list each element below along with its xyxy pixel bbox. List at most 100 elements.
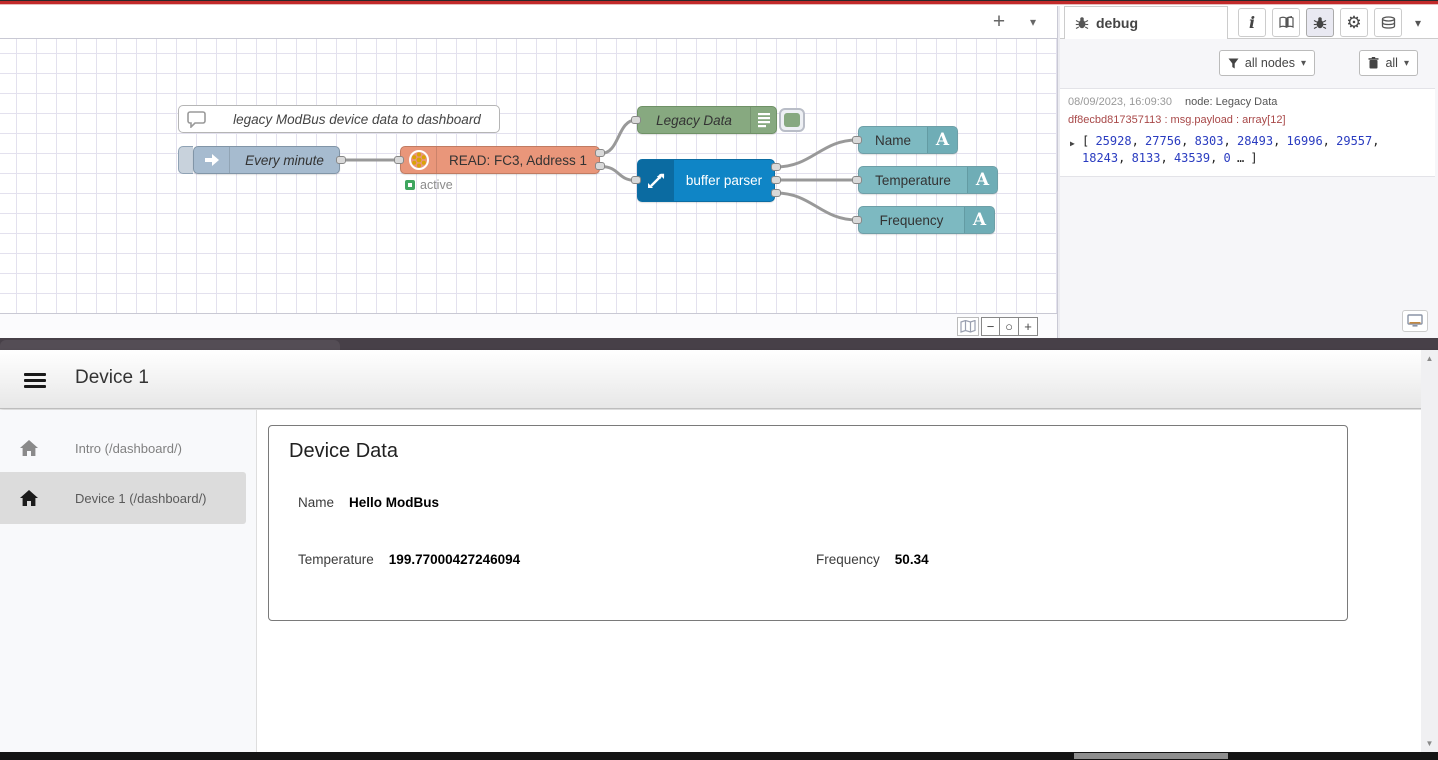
ui-text-node-temperature[interactable]: Temperature A xyxy=(858,166,998,194)
zoom-in-button[interactable]: + xyxy=(1019,317,1038,336)
debug-toolbar: all nodes ▾ all ▾ xyxy=(1060,40,1438,80)
clear-messages-dropdown[interactable]: all ▾ xyxy=(1359,50,1418,76)
buffer-parser-label: buffer parser xyxy=(674,160,774,201)
port[interactable] xyxy=(771,176,781,184)
port[interactable] xyxy=(595,162,605,170)
nav-label: Intro (/dashboard/) xyxy=(75,441,182,456)
field-label: Name xyxy=(298,495,334,510)
ui-name-label: Name xyxy=(859,127,927,153)
scrollbar-thumb[interactable] xyxy=(1074,753,1228,759)
buffer-parser-node[interactable]: buffer parser xyxy=(637,159,775,202)
debug-node-label: Legacy Data xyxy=(638,107,750,133)
open-debug-window-button[interactable] xyxy=(1402,310,1428,332)
vertical-scrollbar[interactable]: ▲ ▼ xyxy=(1421,350,1438,752)
horizontal-scrollbar[interactable] xyxy=(0,752,1438,760)
sidebar-menu-caret[interactable]: ▾ xyxy=(1408,8,1428,37)
zoom-out-button[interactable]: − xyxy=(981,317,1000,336)
field-name: Name Hello ModBus xyxy=(298,495,439,510)
help-tab-button[interactable] xyxy=(1272,8,1300,37)
message-property-path: df8ecbd817357113 : msg.payload : array[1… xyxy=(1068,114,1427,126)
debug-enable-toggle[interactable] xyxy=(779,108,805,132)
scroll-down-arrow[interactable]: ▼ xyxy=(1421,739,1438,748)
port[interactable] xyxy=(631,116,641,124)
caret-down-icon: ▾ xyxy=(1301,58,1306,69)
debug-toggle-state xyxy=(784,113,800,127)
inject-trigger-button[interactable] xyxy=(178,146,193,174)
menu-icon[interactable] xyxy=(24,373,46,388)
tab-debug-label: debug xyxy=(1096,15,1138,31)
comment-node[interactable]: legacy ModBus device data to dashboard xyxy=(178,105,500,133)
zoom-controls: − ○ + xyxy=(981,317,1038,336)
modbus-node-label: READ: FC3, Address 1 xyxy=(437,147,599,173)
config-tab-button[interactable]: ⚙ xyxy=(1340,8,1368,37)
field-value: Hello ModBus xyxy=(349,495,439,510)
card-title: Device Data xyxy=(289,440,398,463)
window-top-bar xyxy=(0,338,1438,350)
inject-node-label: Every minute xyxy=(230,147,339,173)
nav-label: Device 1 (/dashboard/) xyxy=(75,491,207,506)
debug-sidebar-icon xyxy=(750,107,776,133)
ui-text-node-name[interactable]: Name A xyxy=(858,126,958,154)
book-icon xyxy=(1279,16,1294,29)
modbus-read-node[interactable]: READ: FC3, Address 1 xyxy=(400,146,600,174)
bug-icon xyxy=(1075,16,1089,30)
field-label: Frequency xyxy=(816,552,880,567)
port[interactable] xyxy=(852,216,862,224)
field-value: 50.34 xyxy=(895,552,929,567)
navigator-button[interactable] xyxy=(957,317,979,336)
port[interactable] xyxy=(852,176,862,184)
expand-triangle-icon[interactable]: ▶ xyxy=(1070,135,1075,152)
nav-item-intro[interactable]: Intro (/dashboard/) xyxy=(0,424,246,472)
screen: + ▾ legacy ModBus device data to dashboa… xyxy=(0,0,1438,760)
comment-node-label: legacy ModBus device data to dashboard xyxy=(215,106,499,132)
modbus-status: active xyxy=(405,178,453,192)
device-data-card: Device Data Name Hello ModBus Temperatur… xyxy=(268,425,1348,621)
message-payload[interactable]: ▶ [ 25928, 27756, 8303, 28493, 16996, 29… xyxy=(1068,133,1420,167)
scroll-up-arrow[interactable]: ▲ xyxy=(1421,354,1438,363)
ui-text-node-frequency[interactable]: Frequency A xyxy=(858,206,995,234)
ui-frequency-label: Frequency xyxy=(859,207,964,233)
expand-arrows-icon xyxy=(638,160,674,201)
port[interactable] xyxy=(771,163,781,171)
info-tab-button[interactable]: i xyxy=(1238,8,1266,37)
inject-node[interactable]: Every minute xyxy=(193,146,340,174)
port[interactable] xyxy=(394,156,404,164)
dashboard-body: Intro (/dashboard/) Device 1 (/dashboard… xyxy=(0,410,1438,752)
text-a-icon: A xyxy=(967,167,997,193)
port[interactable] xyxy=(595,149,605,157)
home-icon xyxy=(20,490,38,506)
add-flow-button[interactable]: + xyxy=(985,9,1013,35)
map-icon xyxy=(960,320,976,333)
message-timestamp: 08/09/2023, 16:09:30 xyxy=(1068,96,1172,108)
port[interactable] xyxy=(852,136,862,144)
text-a-icon: A xyxy=(964,207,994,233)
port[interactable] xyxy=(631,176,641,184)
field-value: 199.77000427246094 xyxy=(389,552,520,567)
filter-nodes-dropdown[interactable]: all nodes ▾ xyxy=(1219,50,1315,76)
debug-node[interactable]: Legacy Data xyxy=(637,106,777,134)
context-tab-button[interactable] xyxy=(1374,8,1402,37)
debug-message[interactable]: 08/09/2023, 16:09:30 node: Legacy Data d… xyxy=(1060,88,1435,177)
debug-sidebar: debug i ⚙ xyxy=(1060,6,1438,338)
message-node-name: node: Legacy Data xyxy=(1185,96,1277,108)
flow-list-caret-button[interactable]: ▾ xyxy=(1019,9,1047,35)
caret-down-icon: ▾ xyxy=(1404,58,1409,69)
tab-debug[interactable]: debug xyxy=(1064,6,1228,39)
port[interactable] xyxy=(771,189,781,197)
ui-temperature-label: Temperature xyxy=(859,167,967,193)
dashboard-title: Device 1 xyxy=(75,367,149,389)
flow-tab-bar: + ▾ xyxy=(0,6,1057,39)
zoom-reset-button[interactable]: ○ xyxy=(1000,317,1019,336)
status-green-icon xyxy=(405,180,415,190)
nav-item-device-1[interactable]: Device 1 (/dashboard/) xyxy=(0,472,246,524)
node-red-editor: + ▾ legacy ModBus device data to dashboa… xyxy=(0,0,1438,338)
payload-array: [ 25928, 27756, 8303, 28493, 16996, 2955… xyxy=(1082,134,1379,165)
funnel-icon xyxy=(1228,58,1239,69)
field-label: Temperature xyxy=(298,552,374,567)
sidebar-header: debug i ⚙ xyxy=(1060,6,1438,39)
browser-tab-edge xyxy=(0,340,340,350)
stack-icon xyxy=(1381,16,1396,30)
port[interactable] xyxy=(336,156,346,164)
debug-tab-button[interactable] xyxy=(1306,8,1334,37)
modbus-flower-icon xyxy=(401,147,437,173)
